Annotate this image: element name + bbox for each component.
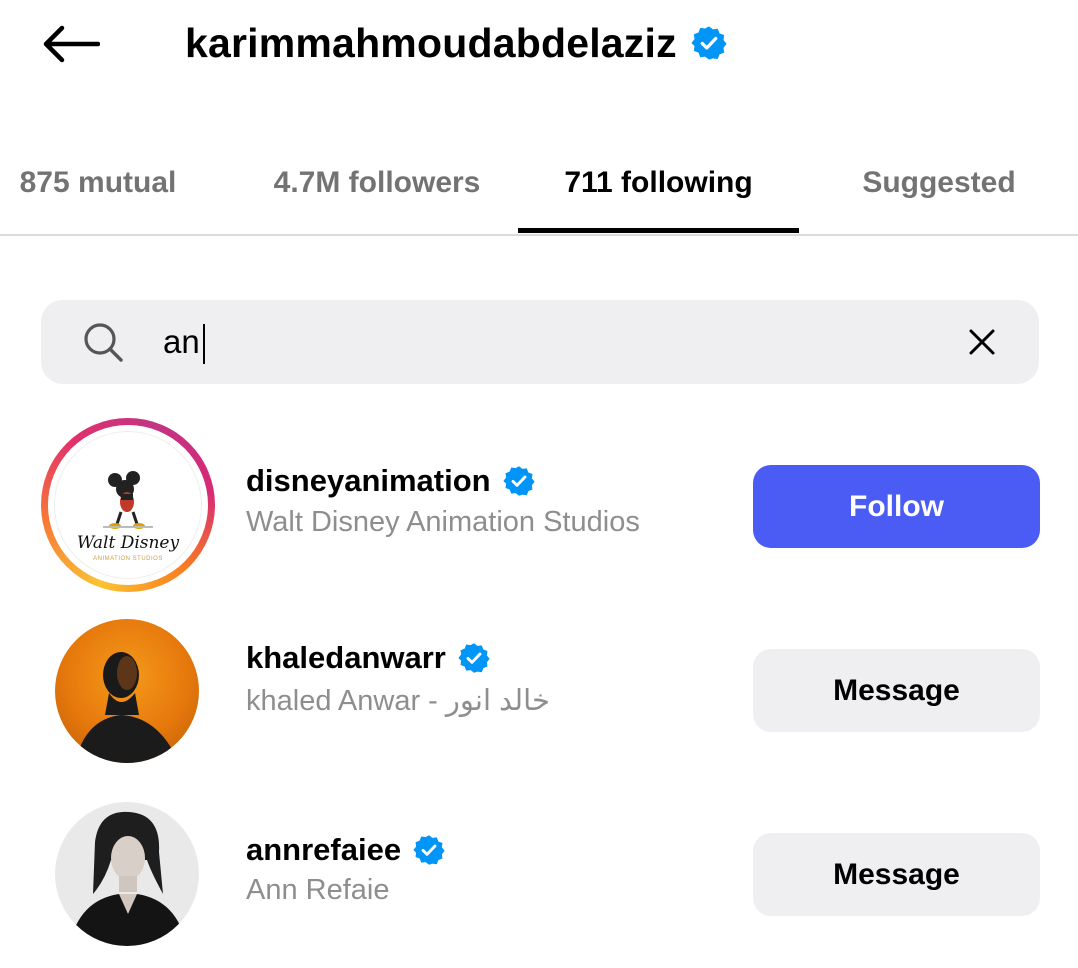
text-caret <box>203 324 205 364</box>
clear-search-button[interactable] <box>962 322 1002 362</box>
username-line: annrefaiee <box>246 832 445 868</box>
tab-following[interactable]: 711 following <box>518 150 799 216</box>
username-line: khaledanwarr <box>246 640 490 676</box>
arrow-left-icon <box>43 25 100 63</box>
close-icon <box>969 329 995 355</box>
verified-badge-icon <box>503 466 535 496</box>
tab-suggested[interactable]: Suggested <box>836 150 1042 216</box>
profile-photo <box>69 811 187 946</box>
search-input[interactable] <box>163 318 923 366</box>
verified-badge-icon <box>458 643 490 673</box>
follow-tabs: 875 mutual 4.7M followers 711 following … <box>0 140 1078 236</box>
tab-mutual[interactable]: 875 mutual <box>0 150 196 216</box>
active-tab-indicator <box>518 228 799 233</box>
avatar: Walt Disney ANIMATION STUDIOS <box>54 431 202 579</box>
verified-badge-icon <box>691 26 727 60</box>
username-line: disneyanimation <box>246 463 535 499</box>
message-button[interactable]: Message <box>753 649 1040 732</box>
profile-title: karimmahmoudabdelaziz <box>185 16 727 70</box>
disney-logo: Walt Disney ANIMATION STUDIOS <box>77 471 180 562</box>
verified-badge-icon <box>413 835 445 865</box>
full-name: khaled Anwar - خالد انور <box>246 685 550 717</box>
message-button[interactable]: Message <box>753 833 1040 916</box>
list-item[interactable]: Walt Disney ANIMATION STUDIOS disneyanim… <box>0 418 1078 598</box>
list-item[interactable]: khaledanwarr khaled Anwar - خالد انور Me… <box>0 613 1078 793</box>
svg-text:Walt Disney: Walt Disney <box>77 533 180 553</box>
list-item[interactable]: annrefaiee Ann Refaie Message <box>0 797 1078 968</box>
tab-followers[interactable]: 4.7M followers <box>250 150 504 216</box>
username[interactable]: disneyanimation <box>246 463 491 499</box>
profile-photo <box>75 652 179 763</box>
profile-username: karimmahmoudabdelaziz <box>185 19 677 66</box>
avatar[interactable] <box>55 619 199 763</box>
full-name: Walt Disney Animation Studios <box>246 506 640 538</box>
search-icon <box>84 323 123 362</box>
username[interactable]: annrefaiee <box>246 832 401 868</box>
follow-button[interactable]: Follow <box>753 465 1040 548</box>
username[interactable]: khaledanwarr <box>246 640 446 676</box>
full-name: Ann Refaie <box>246 874 390 906</box>
back-button[interactable] <box>40 22 102 66</box>
search-bar <box>41 300 1039 384</box>
svg-text:ANIMATION STUDIOS: ANIMATION STUDIOS <box>93 556 163 562</box>
avatar[interactable] <box>55 802 199 946</box>
story-ring[interactable]: Walt Disney ANIMATION STUDIOS <box>41 418 215 592</box>
profile-header: karimmahmoudabdelaziz <box>0 0 1078 90</box>
